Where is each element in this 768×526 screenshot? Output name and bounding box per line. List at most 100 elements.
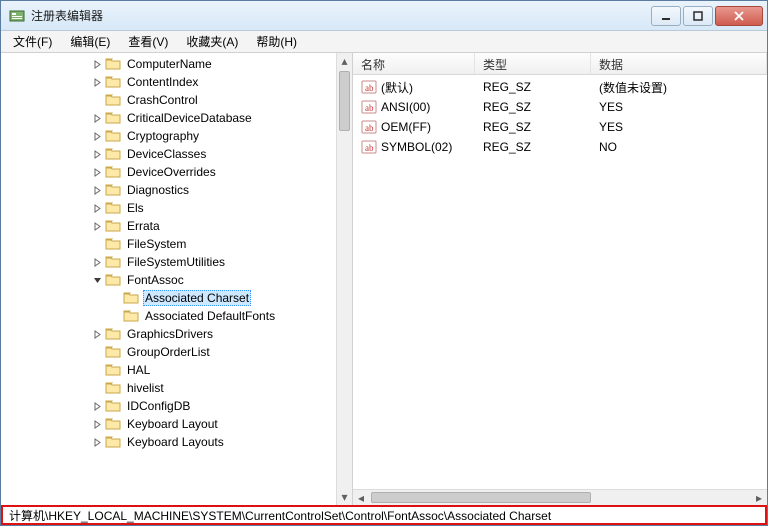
scroll-down-arrow-icon[interactable]: ▾ xyxy=(337,489,352,505)
tree-item[interactable]: hivelist xyxy=(1,379,336,397)
value-name: OEM(FF) xyxy=(381,120,431,134)
status-path: 计算机\HKEY_LOCAL_MACHINE\SYSTEM\CurrentCon… xyxy=(9,507,551,524)
column-header-data[interactable]: 数据 xyxy=(591,53,767,74)
tree-item[interactable]: ComputerName xyxy=(1,55,336,73)
tree-item-label: DeviceClasses xyxy=(125,147,208,161)
tree-item-label: hivelist xyxy=(125,381,166,395)
app-icon xyxy=(9,8,25,24)
chevron-right-icon[interactable] xyxy=(91,418,103,430)
tree-item[interactable]: CriticalDeviceDatabase xyxy=(1,109,336,127)
chevron-right-icon[interactable] xyxy=(91,166,103,178)
column-header-name[interactable]: 名称 xyxy=(353,53,475,74)
chevron-right-icon[interactable] xyxy=(91,112,103,124)
svg-text:ab: ab xyxy=(365,123,374,133)
close-button[interactable] xyxy=(715,6,763,26)
menu-view[interactable]: 查看(V) xyxy=(120,31,176,52)
list-row[interactable]: abOEM(FF)REG_SZYES xyxy=(353,117,767,137)
list-row[interactable]: abSYMBOL(02)REG_SZNO xyxy=(353,137,767,157)
tree-item[interactable]: CrashControl xyxy=(1,91,336,109)
tree-item[interactable]: IDConfigDB xyxy=(1,397,336,415)
menu-file[interactable]: 文件(F) xyxy=(5,31,60,52)
chevron-right-icon[interactable] xyxy=(91,184,103,196)
tree-item-label: FontAssoc xyxy=(125,273,186,287)
scroll-up-arrow-icon[interactable]: ▴ xyxy=(337,53,352,69)
chevron-right-icon[interactable] xyxy=(91,220,103,232)
value-data: YES xyxy=(591,120,767,134)
svg-text:ab: ab xyxy=(365,143,374,153)
tree-item[interactable]: HAL xyxy=(1,361,336,379)
scroll-right-arrow-icon[interactable]: ▸ xyxy=(751,490,767,505)
minimize-button[interactable] xyxy=(651,6,681,26)
tree-item[interactable]: Diagnostics xyxy=(1,181,336,199)
value-name: (默认) xyxy=(381,79,413,96)
chevron-right-icon[interactable] xyxy=(91,328,103,340)
window-controls xyxy=(651,6,763,26)
chevron-right-icon[interactable] xyxy=(91,202,103,214)
scroll-left-arrow-icon[interactable]: ◂ xyxy=(353,490,369,505)
list-row[interactable]: ab(默认)REG_SZ(数值未设置) xyxy=(353,77,767,97)
string-value-icon: ab xyxy=(361,79,377,95)
folder-icon xyxy=(105,75,121,89)
body: ComputerNameContentIndexCrashControlCrit… xyxy=(1,53,767,505)
tree-item[interactable]: Els xyxy=(1,199,336,217)
tree-item[interactable]: ContentIndex xyxy=(1,73,336,91)
folder-icon xyxy=(105,273,121,287)
tree-item-label: GraphicsDrivers xyxy=(125,327,215,341)
expander-placeholder xyxy=(91,238,103,250)
maximize-button[interactable] xyxy=(683,6,713,26)
list-header: 名称 类型 数据 xyxy=(353,53,767,75)
tree-item[interactable]: FileSystem xyxy=(1,235,336,253)
window-title: 注册表编辑器 xyxy=(31,7,651,24)
tree-item[interactable]: GraphicsDrivers xyxy=(1,325,336,343)
tree[interactable]: ComputerNameContentIndexCrashControlCrit… xyxy=(1,53,336,453)
chevron-right-icon[interactable] xyxy=(91,256,103,268)
tree-vertical-scrollbar[interactable]: ▴ ▾ xyxy=(336,53,352,505)
folder-icon xyxy=(105,399,121,413)
chevron-right-icon[interactable] xyxy=(91,400,103,412)
list-horizontal-scrollbar[interactable]: ◂ ▸ xyxy=(353,489,767,505)
chevron-right-icon[interactable] xyxy=(91,436,103,448)
folder-icon xyxy=(105,201,121,215)
value-data: YES xyxy=(591,100,767,114)
tree-item[interactable]: Errata xyxy=(1,217,336,235)
folder-icon xyxy=(105,327,121,341)
value-type: REG_SZ xyxy=(475,100,591,114)
tree-item-label: Keyboard Layout xyxy=(125,417,220,431)
menu-help[interactable]: 帮助(H) xyxy=(248,31,305,52)
menu-edit[interactable]: 编辑(E) xyxy=(62,31,118,52)
tree-item-label: Els xyxy=(125,201,146,215)
tree-item-label: HAL xyxy=(125,363,152,377)
chevron-right-icon[interactable] xyxy=(91,76,103,88)
folder-icon xyxy=(105,345,121,359)
tree-item-label: IDConfigDB xyxy=(125,399,192,413)
menubar: 文件(F) 编辑(E) 查看(V) 收藏夹(A) 帮助(H) xyxy=(1,31,767,53)
chevron-down-icon[interactable] xyxy=(91,274,103,286)
column-header-type[interactable]: 类型 xyxy=(475,53,591,74)
tree-item[interactable]: Associated Charset xyxy=(1,289,336,307)
tree-item[interactable]: DeviceOverrides xyxy=(1,163,336,181)
folder-icon xyxy=(105,255,121,269)
folder-icon xyxy=(105,111,121,125)
tree-item[interactable]: FileSystemUtilities xyxy=(1,253,336,271)
value-name: ANSI(00) xyxy=(381,100,430,114)
statusbar: 计算机\HKEY_LOCAL_MACHINE\SYSTEM\CurrentCon… xyxy=(1,505,767,525)
tree-item[interactable]: GroupOrderList xyxy=(1,343,336,361)
chevron-right-icon[interactable] xyxy=(91,130,103,142)
folder-icon xyxy=(123,291,139,305)
tree-item-label: Diagnostics xyxy=(125,183,191,197)
menu-favorites[interactable]: 收藏夹(A) xyxy=(178,31,246,52)
tree-item[interactable]: Keyboard Layout xyxy=(1,415,336,433)
scroll-thumb[interactable] xyxy=(339,71,350,131)
chevron-right-icon[interactable] xyxy=(91,58,103,70)
chevron-right-icon[interactable] xyxy=(91,148,103,160)
tree-item[interactable]: FontAssoc xyxy=(1,271,336,289)
list-body: ab(默认)REG_SZ(数值未设置)abANSI(00)REG_SZYESab… xyxy=(353,75,767,489)
list-row[interactable]: abANSI(00)REG_SZYES xyxy=(353,97,767,117)
tree-item[interactable]: Associated DefaultFonts xyxy=(1,307,336,325)
value-name: SYMBOL(02) xyxy=(381,140,452,154)
svg-text:ab: ab xyxy=(365,83,374,93)
tree-item[interactable]: Keyboard Layouts xyxy=(1,433,336,451)
scroll-thumb[interactable] xyxy=(371,492,591,503)
tree-item[interactable]: DeviceClasses xyxy=(1,145,336,163)
tree-item[interactable]: Cryptography xyxy=(1,127,336,145)
